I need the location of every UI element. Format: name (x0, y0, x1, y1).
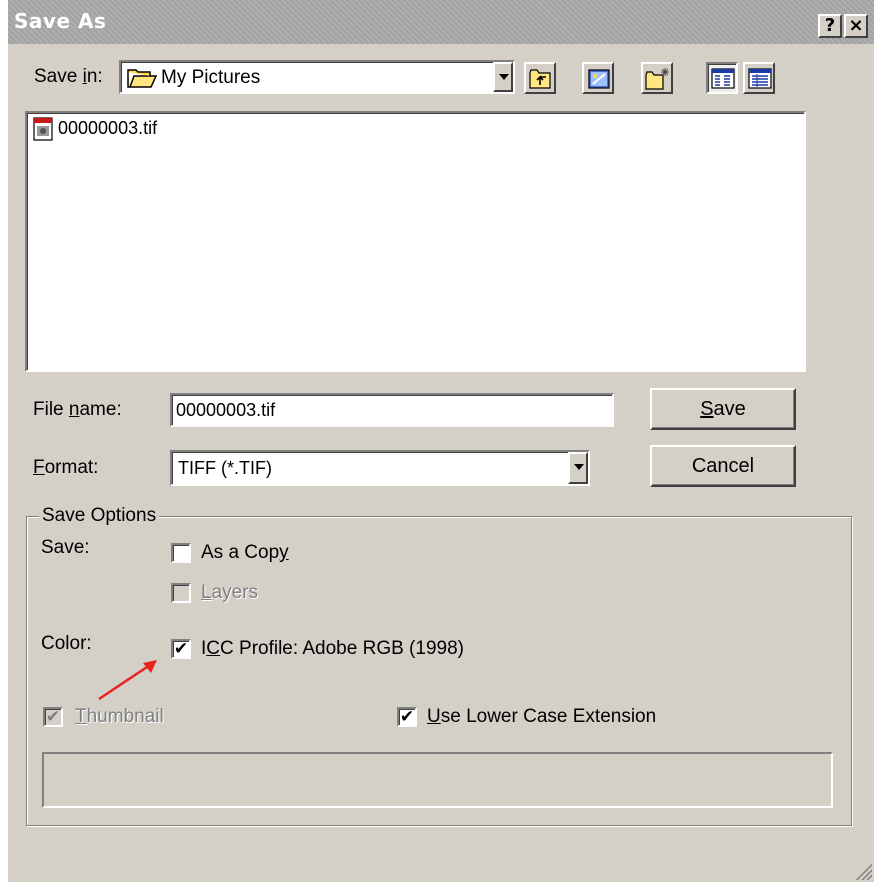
save-options-label: Save Options (39, 505, 160, 527)
cancel-button[interactable]: Cancel (650, 445, 796, 487)
desktop-icon (588, 69, 610, 89)
icc-profile-label[interactable]: ICC Profile: Adobe RGB (1998) (201, 638, 464, 660)
list-view-button[interactable] (706, 62, 738, 94)
chevron-down-icon[interactable] (568, 452, 588, 484)
icc-profile-checkbox[interactable]: ✔ (171, 639, 191, 659)
format-value: TIFF (*.TIF) (178, 458, 272, 478)
up-one-level-icon (529, 69, 551, 89)
file-name: 00000003.tif (58, 118, 158, 138)
file-name-value: 00000003.tif (176, 400, 276, 420)
save-button[interactable]: Save (650, 388, 796, 430)
format-dropdown[interactable]: TIFF (*.TIF) (170, 450, 590, 486)
help-button[interactable]: ? (818, 14, 842, 38)
color-label: Color: (41, 633, 92, 654)
save-in-value: My Pictures (161, 67, 261, 88)
new-folder-icon (645, 68, 669, 90)
lower-case-extension-checkbox[interactable]: ✔ (397, 707, 417, 727)
layers-checkbox[interactable] (171, 583, 191, 603)
as-a-copy-label[interactable]: As a Copy (201, 542, 289, 564)
file-name-field[interactable]: 00000003.tif (170, 393, 614, 427)
details-view-button[interactable] (743, 62, 775, 94)
thumbnail-checkbox[interactable]: ✔ (43, 707, 63, 727)
details-view-icon (748, 68, 772, 89)
folder-icon (127, 67, 158, 95)
desktop-button[interactable] (582, 62, 614, 94)
thumbnail-label[interactable]: Thumbnail (75, 706, 164, 728)
file-name-label: File name: (33, 399, 122, 420)
list-view-icon (711, 68, 735, 89)
save-in-label: Save in: (34, 66, 103, 87)
resize-grip-icon[interactable] (856, 864, 872, 880)
save-in-dropdown[interactable]: My Pictures (119, 60, 515, 94)
new-folder-button[interactable] (641, 62, 673, 94)
up-one-level-button[interactable] (524, 62, 556, 94)
save-label: Save: (41, 537, 90, 558)
format-label: Format: (33, 457, 99, 478)
layers-label[interactable]: Layers (201, 582, 258, 604)
chevron-down-icon[interactable] (493, 62, 513, 92)
close-button[interactable]: × (844, 14, 868, 38)
as-a-copy-checkbox[interactable] (171, 543, 191, 563)
title-bar[interactable]: Save As ? × (8, 0, 874, 44)
dialog-title: Save As (14, 9, 107, 33)
save-as-dialog: Save As ? × Save in: My Pictures 0000000… (8, 0, 874, 882)
file-list[interactable]: 00000003.tif (25, 111, 806, 372)
annotation-arrow-icon (98, 660, 157, 701)
tif-file-icon (33, 117, 53, 141)
lower-case-extension-label[interactable]: Use Lower Case Extension (427, 706, 656, 728)
status-panel (42, 752, 833, 808)
